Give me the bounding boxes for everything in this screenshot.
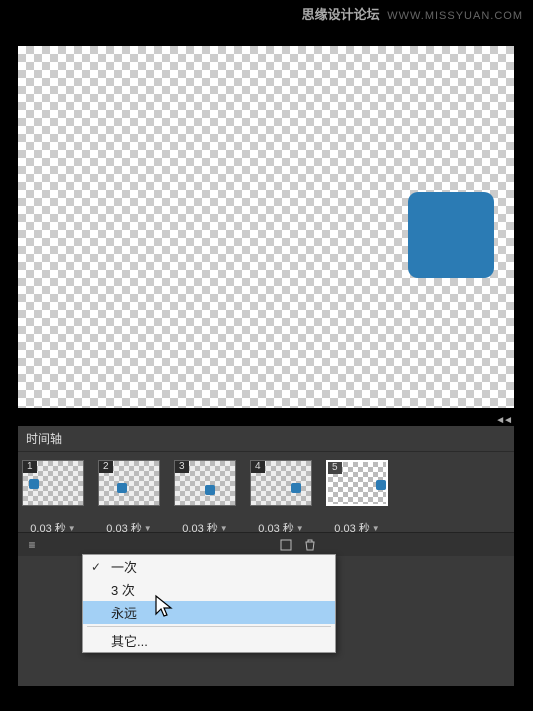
trash-icon[interactable] [302,537,318,553]
menu-item-label: 永远 [111,603,137,622]
thumbnail-shape [205,485,215,495]
menu-icon[interactable]: ≡ [24,537,40,553]
frame-item[interactable]: 1 0.03 秒 ▼ [22,460,84,536]
new-frame-icon[interactable] [278,537,294,553]
menu-item-3times[interactable]: 3 次 [83,578,335,601]
watermark-text: 思缘设计论坛 [302,7,380,22]
frame-number: 5 [328,462,342,474]
frame-item[interactable]: 3 0.03 秒 ▼ [174,460,236,536]
menu-item-label: 一次 [111,557,137,576]
frame-number: 1 [23,461,37,473]
menu-item-once[interactable]: ✓ 一次 [83,555,335,578]
menu-item-forever[interactable]: 永远 [83,601,335,624]
thumbnail-shape [291,483,301,493]
watermark-url: WWW.MISSYUAN.COM [387,10,523,22]
timeline-panel-title[interactable]: 时间轴 [18,426,514,452]
frame-thumbnail[interactable]: 4 [250,460,312,506]
shape-rounded-rect[interactable] [408,192,494,278]
frame-thumbnail[interactable]: 3 [174,460,236,506]
frame-thumbnail[interactable]: 1 [22,460,84,506]
timeline-panel: 时间轴 1 0.03 秒 ▼ 2 0.03 秒 ▼ 3 [18,426,514,686]
frame-item[interactable]: 4 0.03 秒 ▼ [250,460,312,536]
frame-number: 4 [251,461,265,473]
thumbnail-shape [117,483,127,493]
frame-thumbnail[interactable]: 2 [98,460,160,506]
frame-item[interactable]: 5 0.03 秒 ▼ [326,460,388,536]
menu-item-label: 其它... [111,631,148,650]
watermark: 思缘设计论坛 WWW.MISSYUAN.COM [302,4,523,23]
loop-dropdown-menu: ✓ 一次 3 次 永远 其它... [82,554,336,653]
canvas-viewport[interactable] [18,46,514,408]
menu-item-label: 3 次 [111,580,135,599]
thumbnail-shape [376,480,386,490]
timeline-toolbar: ≡ [18,532,514,556]
panel-collapse-icon[interactable]: ◄◄ [495,415,511,426]
frame-number: 2 [99,461,113,473]
frame-number: 3 [175,461,189,473]
thumbnail-shape [29,479,39,489]
check-icon: ✓ [91,560,101,574]
frames-row: 1 0.03 秒 ▼ 2 0.03 秒 ▼ 3 0 [18,452,514,540]
frame-item[interactable]: 2 0.03 秒 ▼ [98,460,160,536]
menu-item-other[interactable]: 其它... [83,629,335,652]
menu-separator [87,626,331,627]
frame-thumbnail[interactable]: 5 [326,460,388,506]
